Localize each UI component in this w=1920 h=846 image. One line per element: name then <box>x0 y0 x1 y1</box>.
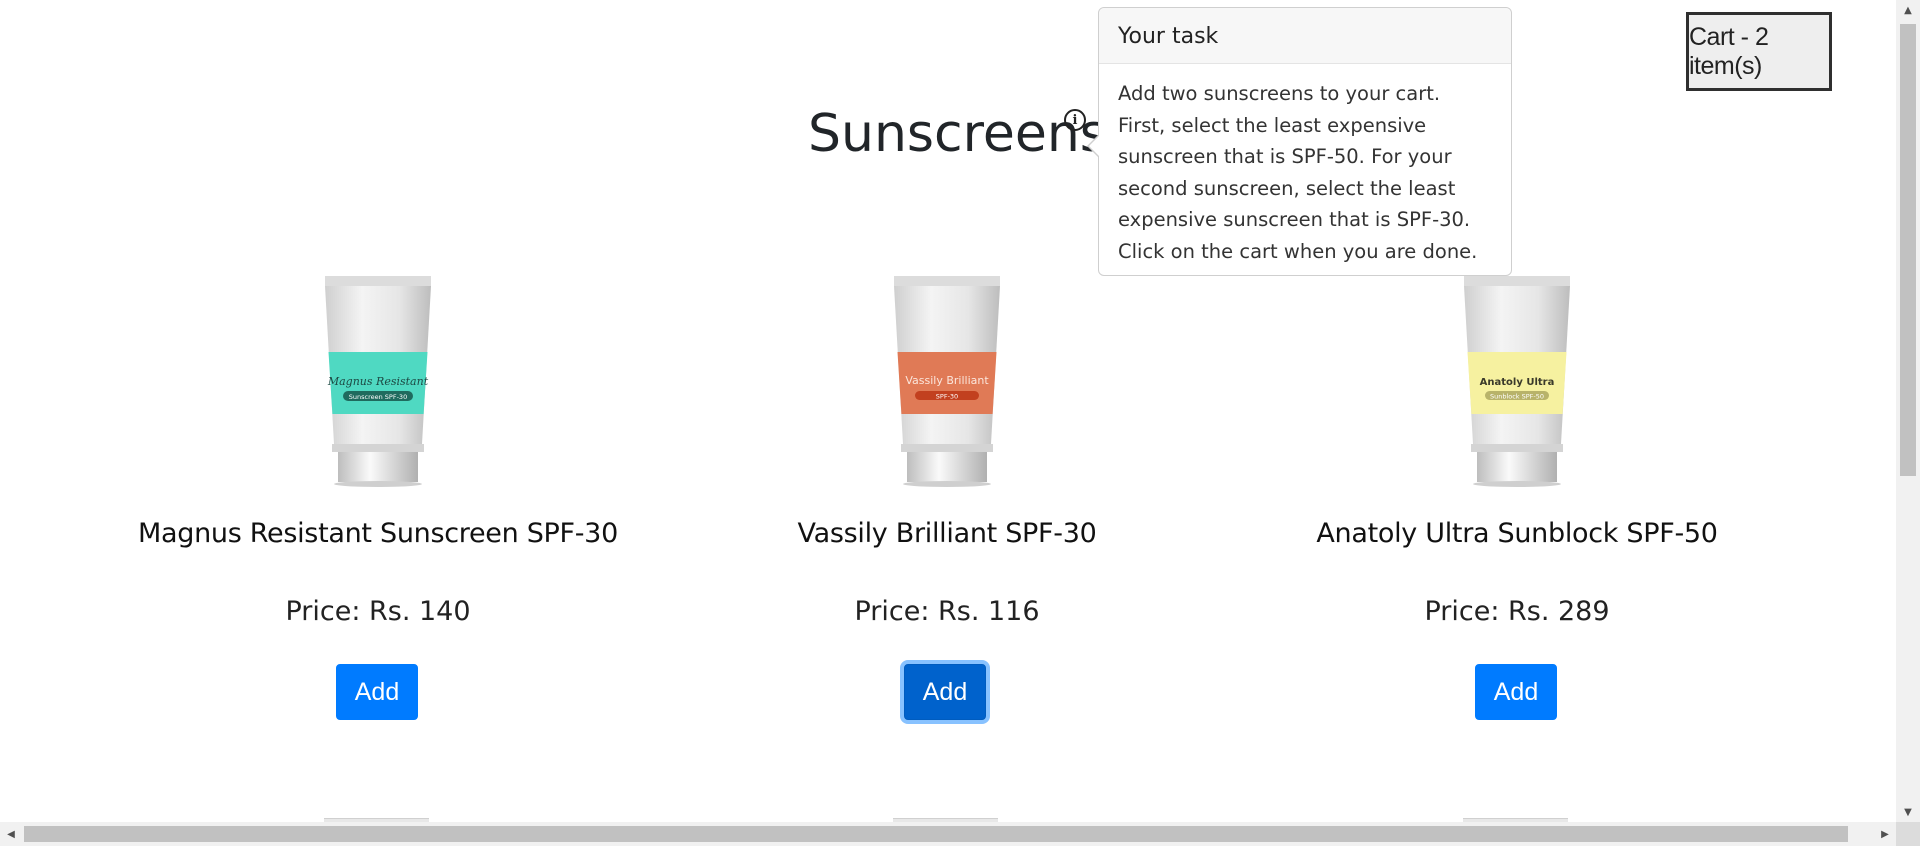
svg-text:SPF-30: SPF-30 <box>936 393 958 401</box>
scrollbar-corner <box>1896 822 1920 846</box>
add-button[interactable]: Add <box>904 664 986 720</box>
svg-text:Magnus Resistant: Magnus Resistant <box>327 375 429 388</box>
product-card: Vassily Brilliant SPF-30 Vassily Brillia… <box>667 274 1227 720</box>
svg-text:Vassily Brilliant: Vassily Brilliant <box>905 374 989 387</box>
product-card: Magnus Resistant Sunscreen SPF-30 Magnus… <box>98 274 658 720</box>
scroll-right-arrow-icon[interactable]: ▶ <box>1874 822 1896 846</box>
scroll-down-arrow-icon[interactable]: ▼ <box>1896 802 1920 822</box>
horizontal-scroll-thumb[interactable] <box>24 826 1848 842</box>
svg-text:Sunscreen SPF-30: Sunscreen SPF-30 <box>349 393 407 401</box>
cart-button[interactable]: Cart - 2 item(s) <box>1686 12 1832 91</box>
scroll-up-arrow-icon[interactable]: ▲ <box>1896 0 1920 20</box>
scroll-left-arrow-icon[interactable]: ◀ <box>0 822 22 846</box>
sunscreen-tube-image: Magnus Resistant Sunscreen SPF-30 <box>325 276 431 487</box>
add-button[interactable]: Add <box>336 664 418 720</box>
product-price: Price: Rs. 289 <box>1424 596 1610 627</box>
page-viewport: Cart - 2 item(s) Sunscreens i Your task … <box>0 0 1896 822</box>
vertical-scroll-thumb[interactable] <box>1900 24 1916 476</box>
product-name: Vassily Brilliant SPF-30 <box>797 518 1097 549</box>
add-button[interactable]: Add <box>1475 664 1557 720</box>
page-title: Sunscreens <box>808 104 1107 164</box>
svg-text:Sunblock SPF-50: Sunblock SPF-50 <box>1490 393 1544 401</box>
sunscreen-tube-image: Vassily Brilliant SPF-30 <box>894 276 1000 487</box>
svg-text:Anatoly Ultra: Anatoly Ultra <box>1480 377 1555 388</box>
product-card: Anatoly Ultra Sunblock SPF-50 Anatoly Ul… <box>1237 274 1797 720</box>
sunscreen-tube-image: Anatoly Ultra Sunblock SPF-50 <box>1464 276 1570 487</box>
product-price: Price: Rs. 116 <box>854 596 1040 627</box>
info-circle-icon[interactable]: i <box>1064 109 1086 131</box>
task-popover: Your task Add two sunscreens to your car… <box>1087 7 1512 276</box>
horizontal-scrollbar[interactable]: ◀ ▶ <box>0 822 1896 846</box>
product-image: Anatoly Ultra Sunblock SPF-50 <box>1457 274 1577 489</box>
task-popover-title: Your task <box>1099 8 1511 64</box>
task-popover-body: Add two sunscreens to your cart. First, … <box>1118 82 1478 263</box>
product-name: Anatoly Ultra Sunblock SPF-50 <box>1316 518 1718 549</box>
product-image: Magnus Resistant Sunscreen SPF-30 <box>318 274 438 489</box>
product-price: Price: Rs. 140 <box>285 596 471 627</box>
product-name: Magnus Resistant Sunscreen SPF-30 <box>138 518 618 549</box>
product-image: Vassily Brilliant SPF-30 <box>887 274 1007 489</box>
vertical-scrollbar[interactable]: ▲ ▼ <box>1896 0 1920 822</box>
